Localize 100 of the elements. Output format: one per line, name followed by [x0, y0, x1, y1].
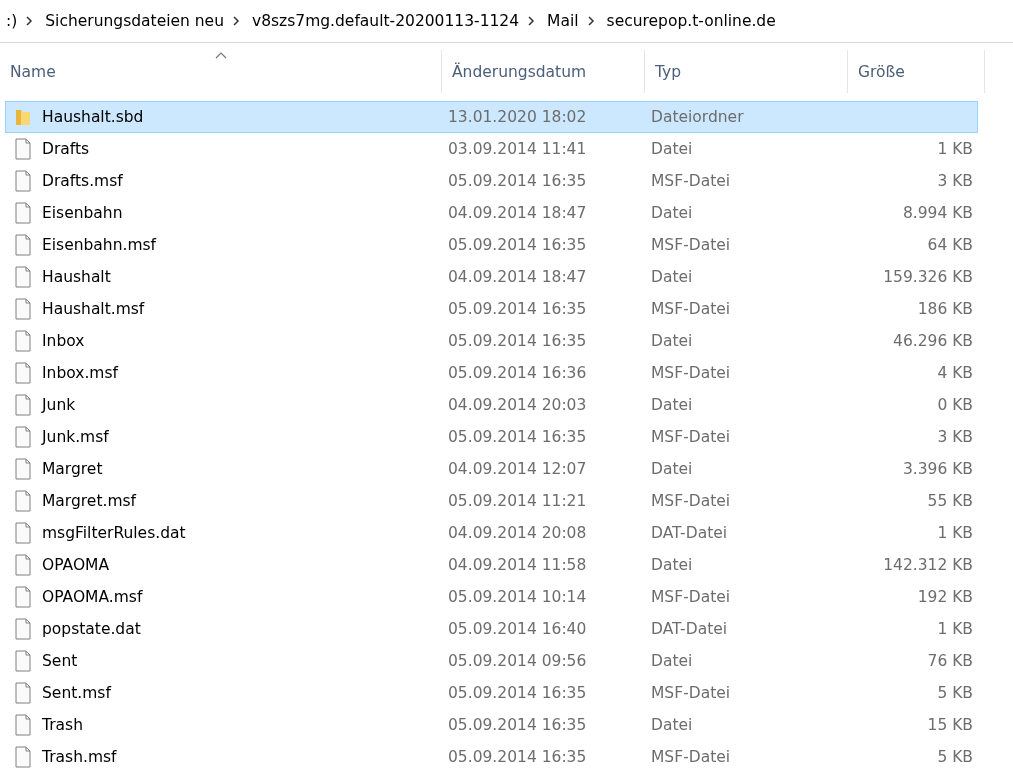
file-row[interactable]: Eisenbahn 04.09.2014 18:47 Datei 8.994 KB — [5, 197, 978, 229]
file-size: 159.326 KB — [883, 268, 973, 286]
file-type: Datei — [651, 556, 693, 574]
file-row[interactable]: Margret.msf 05.09.2014 11:21 MSF-Datei 55 KB — [5, 485, 978, 517]
file-icon — [14, 714, 32, 736]
file-row[interactable]: Junk 04.09.2014 20:03 Datei 0 KB — [5, 389, 978, 421]
modified-date: 05.09.2014 16:35 — [448, 428, 587, 446]
file-name: Trash — [42, 716, 83, 734]
breadcrumb-item[interactable]: securepop.t-online.de — [598, 12, 784, 30]
file-row[interactable]: Trash 05.09.2014 16:35 Datei 15 KB — [5, 709, 978, 741]
file-row[interactable]: popstate.dat 05.09.2014 16:40 DAT-Datei 1 KB — [5, 613, 978, 645]
file-size: 186 KB — [917, 300, 973, 318]
modified-date: 04.09.2014 20:03 — [448, 396, 587, 414]
file-icon — [14, 458, 32, 480]
file-type: Datei — [651, 140, 693, 158]
file-type: Datei — [651, 204, 693, 222]
file-name: Eisenbahn — [42, 204, 123, 222]
file-size: 1 KB — [937, 140, 973, 158]
file-row[interactable]: Sent.msf 05.09.2014 16:35 MSF-Datei 5 KB — [5, 677, 978, 709]
file-icon — [14, 330, 32, 352]
chevron-icon — [586, 15, 595, 27]
column-header[interactable]: Name — [0, 50, 442, 93]
file-type: Datei — [651, 268, 693, 286]
file-icon — [14, 618, 32, 640]
file-type: Datei — [651, 460, 693, 478]
file-type: Datei — [651, 716, 693, 734]
file-name: Drafts — [42, 140, 90, 158]
file-icon — [14, 746, 32, 768]
column-header[interactable]: Typ — [645, 50, 848, 93]
breadcrumb-item[interactable]: :) — [0, 12, 26, 30]
file-size: 3 KB — [937, 172, 973, 190]
file-icon — [14, 234, 32, 256]
modified-date: 05.09.2014 11:21 — [448, 492, 587, 510]
file-name: popstate.dat — [42, 620, 141, 638]
file-name: msgFilterRules.dat — [42, 524, 186, 542]
column-header[interactable]: Änderungsdatum — [442, 50, 645, 93]
file-row[interactable]: Inbox 05.09.2014 16:35 Datei 46.296 KB — [5, 325, 978, 357]
file-name: Sent.msf — [42, 684, 111, 702]
file-name: Junk.msf — [42, 428, 109, 446]
file-type: MSF-Datei — [651, 364, 731, 382]
file-row[interactable]: Sent 05.09.2014 09:56 Datei 76 KB — [5, 645, 978, 677]
chevron-icon — [25, 15, 34, 27]
file-row[interactable]: Haushalt.msf 05.09.2014 16:35 MSF-Datei 186 KB — [5, 293, 978, 325]
modified-date: 05.09.2014 16:35 — [448, 172, 587, 190]
modified-date: 04.09.2014 18:47 — [448, 204, 587, 222]
modified-date: 05.09.2014 10:14 — [448, 588, 587, 606]
modified-date: 04.09.2014 12:07 — [448, 460, 587, 478]
file-row[interactable]: OPAOMA.msf 05.09.2014 10:14 MSF-Datei 192 KB — [5, 581, 978, 613]
file-size: 46.296 KB — [893, 332, 973, 350]
file-name: Trash.msf — [42, 748, 117, 766]
file-name: Sent — [42, 652, 78, 670]
modified-date: 05.09.2014 09:56 — [448, 652, 587, 670]
file-name: Haushalt.sbd — [42, 108, 144, 126]
file-icon — [14, 394, 32, 416]
file-name: Haushalt — [42, 268, 111, 286]
file-icon — [14, 362, 32, 384]
file-icon — [14, 522, 32, 544]
column-header[interactable]: Größe — [848, 50, 985, 93]
file-type: MSF-Datei — [651, 236, 731, 254]
file-size: 64 KB — [927, 236, 973, 254]
file-icon — [14, 426, 32, 448]
modified-date: 05.09.2014 16:35 — [448, 332, 587, 350]
file-size: 3 KB — [937, 428, 973, 446]
file-row[interactable]: Inbox.msf 05.09.2014 16:36 MSF-Datei 4 KB — [5, 357, 978, 389]
modified-date: 04.09.2014 11:58 — [448, 556, 587, 574]
chevron-icon — [527, 15, 536, 27]
file-type: MSF-Datei — [651, 684, 731, 702]
file-row[interactable]: OPAOMA 04.09.2014 11:58 Datei 142.312 KB — [5, 549, 978, 581]
file-icon — [14, 202, 32, 224]
breadcrumb-item[interactable]: Mail — [539, 12, 587, 30]
file-type: DAT-Datei — [651, 620, 728, 638]
file-type: MSF-Datei — [651, 172, 731, 190]
modified-date: 03.09.2014 11:41 — [448, 140, 587, 158]
file-size: 1 KB — [937, 620, 973, 638]
breadcrumb-item[interactable]: v8szs7mg.default-20200113-1124 — [244, 12, 528, 30]
modified-date: 04.09.2014 18:47 — [448, 268, 587, 286]
file-size: 76 KB — [927, 652, 973, 670]
file-icon — [14, 490, 32, 512]
file-row[interactable]: Drafts.msf 05.09.2014 16:35 MSF-Datei 3 KB — [5, 165, 978, 197]
file-icon — [14, 170, 32, 192]
file-row[interactable]: msgFilterRules.dat 04.09.2014 20:08 DAT-Datei 1 KB — [5, 517, 978, 549]
file-size: 55 KB — [927, 492, 973, 510]
file-size: 8.994 KB — [902, 204, 973, 222]
file-name: Inbox.msf — [42, 364, 118, 382]
file-row[interactable]: Haushalt.sbd 13.01.2020 18:02 Dateiordner — [5, 101, 978, 133]
file-size: 5 KB — [937, 684, 973, 702]
breadcrumb-item[interactable]: Sicherungsdateien neu — [37, 12, 232, 30]
file-row[interactable]: Haushalt 04.09.2014 18:47 Datei 159.326 KB — [5, 261, 978, 293]
file-name: Inbox — [42, 332, 85, 350]
file-name: OPAOMA.msf — [42, 588, 143, 606]
file-row[interactable]: Eisenbahn.msf 05.09.2014 16:35 MSF-Datei 64 KB — [5, 229, 978, 261]
file-type: MSF-Datei — [651, 748, 731, 766]
file-row[interactable]: Trash.msf 05.09.2014 16:35 MSF-Datei 5 KB — [5, 741, 978, 773]
file-row[interactable]: Junk.msf 05.09.2014 16:35 MSF-Datei 3 KB — [5, 421, 978, 453]
file-type: MSF-Datei — [651, 428, 731, 446]
file-row[interactable]: Margret 04.09.2014 12:07 Datei 3.396 KB — [5, 453, 978, 485]
file-icon — [14, 682, 32, 704]
file-name: Margret.msf — [42, 492, 136, 510]
file-name: Margret — [42, 460, 103, 478]
file-row[interactable]: Drafts 03.09.2014 11:41 Datei 1 KB — [5, 133, 978, 165]
